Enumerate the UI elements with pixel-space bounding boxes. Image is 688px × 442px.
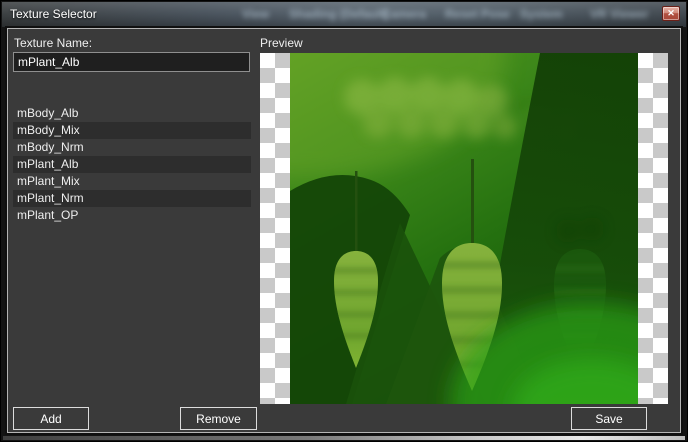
preview-label: Preview	[260, 36, 303, 50]
blurred-menu-item: System	[520, 7, 563, 21]
texture-list-item[interactable]: mPlant_Alb	[13, 156, 251, 173]
transparency-checker-right	[638, 53, 668, 404]
blurred-menu-item: View	[242, 7, 270, 21]
texture-list-item[interactable]: mPlant_Nrm	[13, 190, 251, 207]
remove-button[interactable]: Remove	[180, 407, 257, 430]
save-button[interactable]: Save	[571, 407, 647, 430]
texture-list-item[interactable]: mBody_Mix	[13, 122, 251, 139]
close-icon: ✕	[667, 8, 675, 18]
window-bottom-bevel	[3, 436, 685, 440]
add-button[interactable]: Add	[13, 407, 89, 430]
preview-image	[260, 53, 668, 404]
texture-list-item[interactable]: mPlant_Mix	[13, 173, 251, 190]
texture-name-input[interactable]	[13, 52, 250, 72]
background-window-menubar: View Shading (Default) Camera Reset Pose…	[2, 2, 686, 27]
blurred-menu-item: Shading (Default)	[289, 7, 389, 21]
texture-list-item[interactable]: mBody_Alb	[13, 105, 251, 122]
blurred-menu-item: Reset Pose	[445, 7, 510, 21]
texture-name-label: Texture Name:	[14, 36, 93, 50]
dialog-client-area: Texture Name: mBody_Alb mBody_Mix mBody_…	[7, 28, 681, 433]
transparency-checker-left	[260, 53, 290, 404]
blurred-menu-item: Camera	[382, 7, 427, 21]
texture-list-item[interactable]: mPlant_OP	[13, 207, 251, 224]
texture-preview-art	[290, 53, 638, 404]
titlebar[interactable]: View Shading (Default) Camera Reset Pose…	[2, 2, 686, 27]
texture-list: mBody_Alb mBody_Mix mBody_Nrm mPlant_Alb…	[13, 105, 251, 224]
close-button[interactable]: ✕	[662, 6, 680, 21]
texture-selector-window: View Shading (Default) Camera Reset Pose…	[0, 0, 688, 442]
texture-list-item[interactable]: mBody_Nrm	[13, 139, 251, 156]
blurred-menu-item: VR Viewer	[590, 7, 649, 21]
window-title: Texture Selector	[10, 7, 97, 21]
